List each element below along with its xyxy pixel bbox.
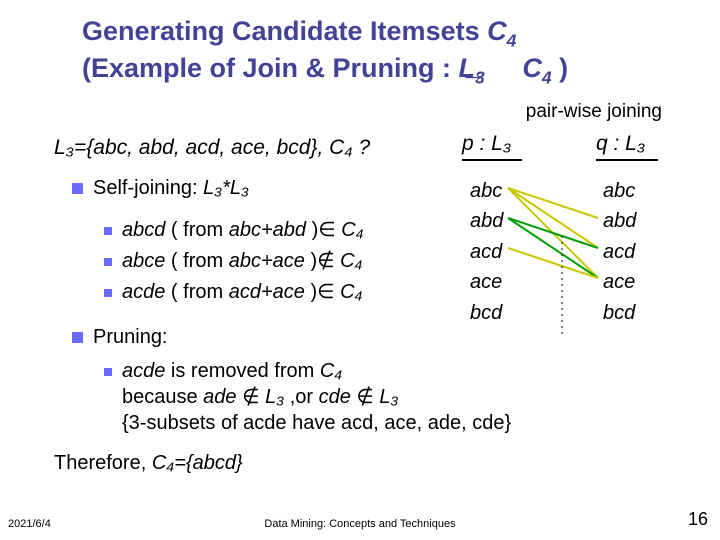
therefore-line: Therefore, C₄={abcd} bbox=[54, 452, 243, 475]
list-item: abd bbox=[603, 206, 636, 236]
list-item: abc bbox=[470, 176, 503, 206]
title-c4b: C4 bbox=[522, 53, 551, 83]
bullet-icon bbox=[104, 368, 112, 376]
q-label: q : L₃ bbox=[596, 132, 645, 156]
prune-line-3: {3-subsets of acde have acd, ace, ade, c… bbox=[104, 410, 511, 436]
list-item: abd bbox=[470, 206, 503, 236]
pruning-heading: Pruning: bbox=[72, 326, 168, 349]
bullet-icon bbox=[104, 258, 112, 266]
bullet-icon bbox=[72, 332, 83, 343]
prune-line-1: acde is removed from C₄ bbox=[104, 358, 511, 384]
slide-title: Generating Candidate Itemsets C4 (Exampl… bbox=[82, 15, 568, 89]
arrow-icon: → bbox=[460, 58, 486, 89]
q-column: abc abd acd ace bcd bbox=[603, 176, 636, 328]
list-item: acd bbox=[603, 237, 636, 267]
l3-set: L₃={abc, abd, acd, ace, bcd}, C₄ ? bbox=[54, 136, 370, 160]
p-underline bbox=[462, 159, 522, 161]
join-candidate-list: abcd ( from abc+abd )∈ C₄ abce ( from ab… bbox=[104, 215, 364, 308]
list-item: ace bbox=[603, 267, 636, 297]
footer-page-number: 16 bbox=[688, 509, 708, 530]
list-item: abcd ( from abc+abd )∈ C₄ bbox=[104, 215, 364, 246]
list-item: acd bbox=[470, 237, 503, 267]
list-item: acde ( from acd+ace )∈ C₄ bbox=[104, 277, 364, 308]
pairwise-label: pair-wise joining bbox=[526, 101, 662, 123]
list-item: bcd bbox=[603, 298, 636, 328]
bullet-icon bbox=[72, 183, 83, 194]
title-c4: C4 bbox=[487, 16, 516, 46]
footer-title: Data Mining: Concepts and Techniques bbox=[0, 518, 720, 530]
bullet-icon bbox=[104, 289, 112, 297]
title-text-2: (Example of Join & Pruning : bbox=[82, 53, 459, 83]
bullet-icon bbox=[104, 227, 112, 235]
title-text-1: Generating Candidate Itemsets bbox=[82, 16, 487, 46]
selfjoin-heading: Self-joining: L₃*L₃ bbox=[72, 177, 249, 200]
p-column: abc abd acd ace bcd bbox=[470, 176, 503, 328]
list-item: bcd bbox=[470, 298, 503, 328]
list-item: abc bbox=[603, 176, 636, 206]
pruning-body: acde is removed from C₄ because ade ∉ L₃… bbox=[104, 358, 511, 436]
prune-line-2: because ade ∉ L₃ ,or cde ∉ L₃ bbox=[104, 384, 511, 410]
list-item: abce ( from abc+ace )∉ C₄ bbox=[104, 246, 364, 277]
q-underline bbox=[596, 159, 658, 161]
list-item: ace bbox=[470, 267, 503, 297]
p-label: p : L₃ bbox=[462, 132, 511, 156]
